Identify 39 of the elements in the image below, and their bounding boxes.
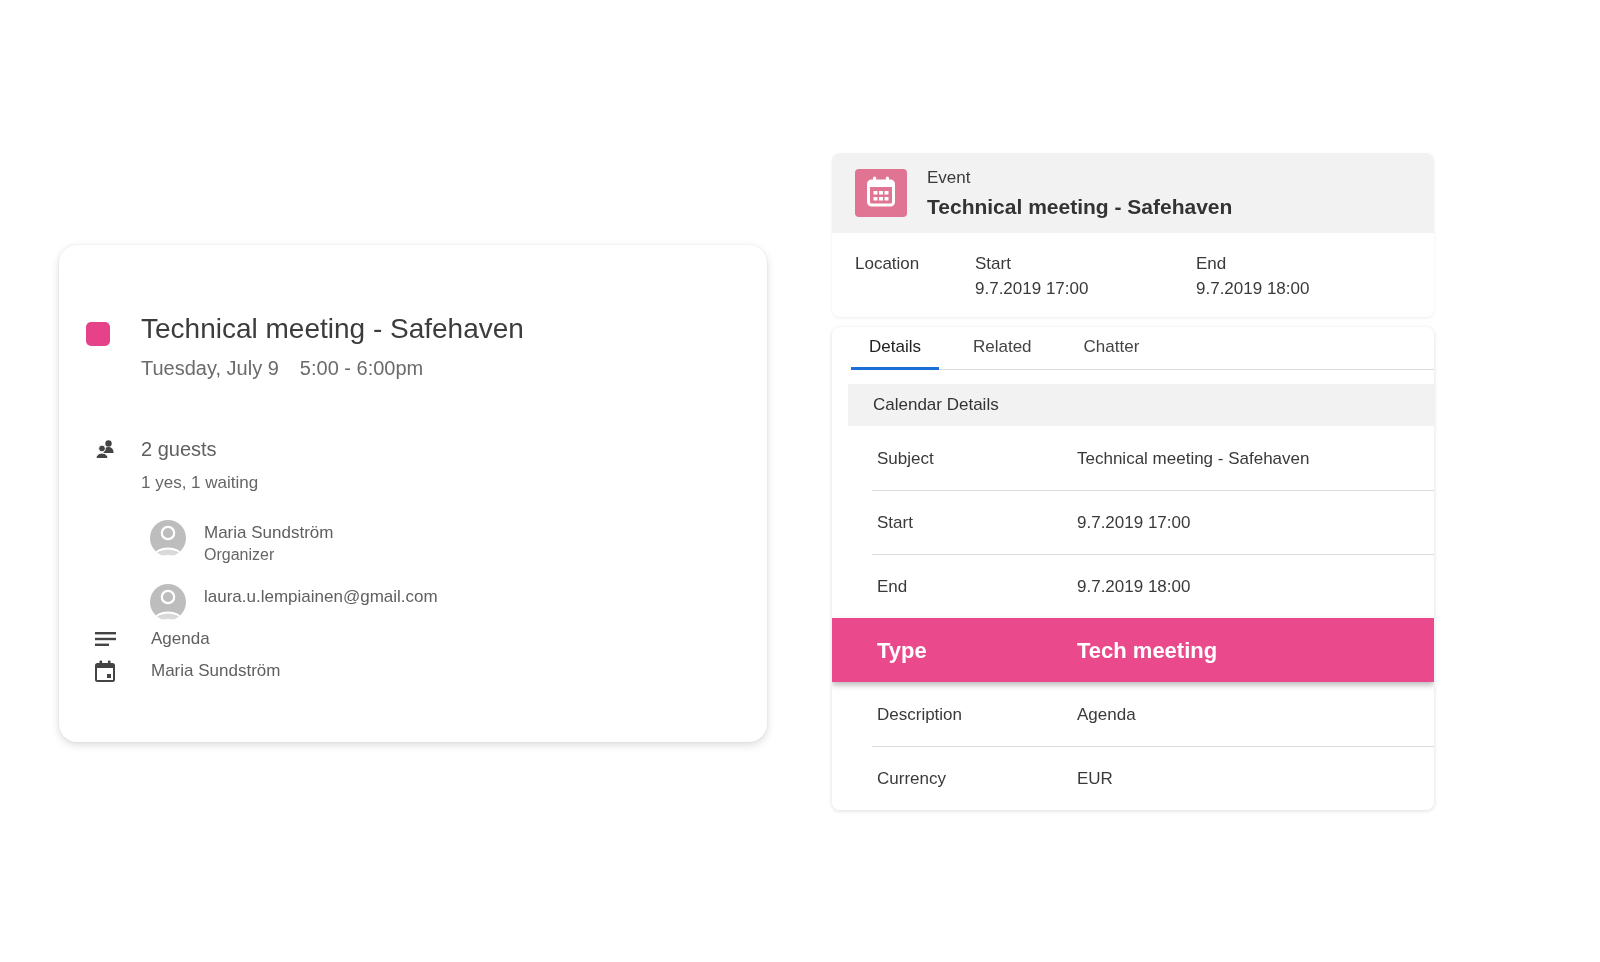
field-label: Start bbox=[877, 512, 914, 533]
avatar-icon bbox=[150, 584, 186, 620]
event-title: Technical meeting - Safehaven bbox=[141, 312, 524, 346]
guest-summary: 1 yes, 1 waiting bbox=[141, 472, 260, 494]
guest-name: laura.u.lempiainen@gmail.com bbox=[204, 586, 438, 608]
calendar-name: Maria Sundström bbox=[151, 660, 281, 682]
field-label: Currency bbox=[877, 768, 947, 789]
highlight-label: Location bbox=[855, 253, 921, 275]
field-label: Subject bbox=[877, 448, 935, 469]
description-text: Agenda bbox=[151, 628, 210, 650]
highlight-value: 9.7.2019 17:00 bbox=[975, 278, 1090, 300]
highlight-value: 9.7.2019 18:00 bbox=[1196, 278, 1311, 300]
record-type: Event bbox=[927, 166, 972, 189]
record-title: Technical meeting - Safehaven bbox=[927, 193, 1233, 220]
people-icon bbox=[95, 439, 115, 459]
field-value: Technical meeting - Safehaven bbox=[1077, 448, 1311, 469]
calendar-icon bbox=[855, 169, 907, 217]
field-value: EUR bbox=[1077, 768, 1114, 789]
tab[interactable]: Related bbox=[954, 327, 1050, 370]
field-value: 9.7.2019 17:00 bbox=[1077, 512, 1192, 533]
tab[interactable]: Chatter bbox=[1065, 327, 1158, 370]
event-time: 5:00 - 6:00pm bbox=[299, 356, 424, 381]
field-label: Type bbox=[877, 637, 928, 664]
highlight-label: Start bbox=[975, 253, 1012, 275]
field-value: Agenda bbox=[1077, 704, 1137, 725]
guest-name: Maria Sundström bbox=[204, 522, 334, 544]
guest-role: Organizer bbox=[204, 545, 276, 565]
field-value: Tech meeting bbox=[1077, 637, 1219, 664]
highlight-label: End bbox=[1196, 253, 1228, 275]
guest-count: 2 guests bbox=[141, 437, 217, 462]
field-label: End bbox=[877, 576, 909, 597]
text-lines-icon bbox=[95, 632, 116, 646]
field-value: 9.7.2019 18:00 bbox=[1077, 576, 1192, 597]
event-date: Tuesday, July 9 bbox=[141, 356, 279, 381]
section-header: Calendar Details bbox=[848, 384, 1434, 426]
calendar-icon bbox=[95, 660, 115, 682]
avatar-icon bbox=[150, 520, 186, 556]
tab[interactable]: Details bbox=[851, 327, 939, 370]
field-label: Description bbox=[877, 704, 964, 725]
